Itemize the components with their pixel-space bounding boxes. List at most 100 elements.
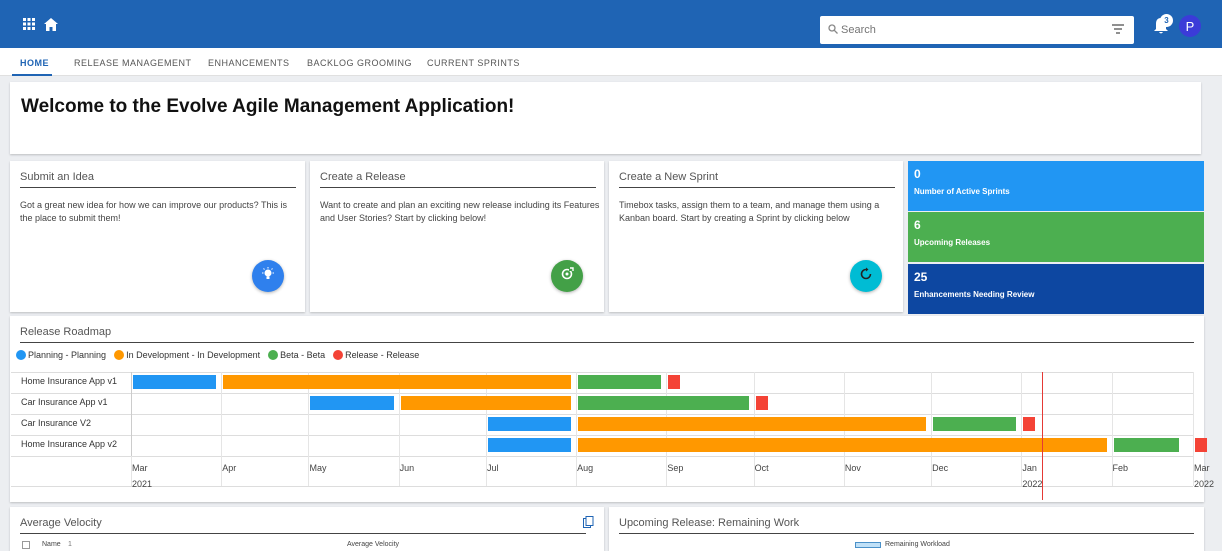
tab-current-sprints[interactable]: CURRENT SPRINTS [427, 58, 520, 68]
upcoming-releases-stat[interactable]: 6 Upcoming Releases [908, 212, 1204, 262]
submit-idea-button[interactable] [252, 260, 284, 292]
active-sprints-stat[interactable]: 0 Number of Active Sprints [908, 161, 1204, 211]
sort-badge: 1 [68, 541, 72, 548]
card-title: Submit an Idea [20, 171, 94, 183]
gantt-bar-beta[interactable] [578, 396, 749, 410]
gantt-bar-in-development[interactable] [578, 417, 927, 431]
row-gridline [11, 435, 1193, 436]
card-divider [619, 187, 895, 188]
card-title: Upcoming Release: Remaining Work [619, 517, 800, 529]
legend-dot [268, 350, 279, 360]
gantt-bar-release[interactable] [668, 375, 681, 389]
gantt-bar-planning[interactable] [487, 438, 572, 452]
active-tab-indicator [12, 74, 52, 76]
page-title: Welcome to the Evolve Agile Management A… [21, 96, 515, 117]
submit-idea-card: Submit an Idea Got a great new idea for … [10, 161, 305, 312]
legend-beta[interactable]: Beta - Beta [268, 350, 325, 360]
tab-release-management[interactable]: RELEASE MANAGEMENT [74, 58, 192, 68]
card-description: Got a great new idea for how we can impr… [20, 200, 287, 223]
gantt-bar-beta[interactable] [1113, 438, 1180, 452]
search-input[interactable] [841, 24, 1071, 36]
top-app-bar: 3 P [0, 0, 1222, 48]
gantt-row-label: Car Insurance V2 [21, 418, 92, 428]
legend-dot [333, 350, 344, 360]
app-grid-icon[interactable] [20, 15, 38, 33]
home-icon[interactable] [42, 15, 60, 33]
card-divider [20, 533, 586, 534]
roadmap-title: Release Roadmap [20, 326, 112, 338]
gantt-row-label: Car Insurance App v1 [21, 397, 108, 407]
legend-label: Release - Release [345, 350, 420, 360]
enhancements-review-stat[interactable]: 25 Enhancements Needing Review [908, 264, 1204, 314]
tab-enhancements[interactable]: ENHANCEMENTS [208, 58, 290, 68]
create-release-button[interactable] [551, 260, 583, 292]
search-box[interactable] [820, 16, 1134, 44]
gantt-bar-beta[interactable] [578, 375, 662, 389]
year-label: 2022 [1022, 479, 1043, 489]
legend-in-development[interactable]: In Development - In Development [114, 350, 260, 360]
user-avatar[interactable]: P [1179, 15, 1201, 37]
month-label: Aug [577, 463, 594, 473]
stat-value: 0 [914, 167, 921, 181]
month-label: May [309, 463, 327, 473]
axis-line [11, 486, 1193, 487]
legend-label: In Development - In Development [126, 350, 261, 360]
gantt-row-label: Home Insurance App v1 [21, 376, 118, 386]
release-roadmap-card: Release Roadmap Planning - Planning In D… [10, 316, 1214, 502]
month-label: Jan [1022, 463, 1037, 473]
month-label: Oct [754, 463, 769, 473]
column-name-header[interactable]: Name [42, 541, 61, 548]
remaining-work-card: Upcoming Release: Remaining Work Remaini… [609, 507, 1204, 551]
create-sprint-button[interactable] [850, 260, 882, 292]
month-label: Jul [486, 463, 499, 473]
gantt-bar-in-development[interactable] [578, 438, 1107, 452]
gantt-bar-release[interactable] [1023, 417, 1036, 431]
gantt-bar-in-development[interactable] [223, 375, 572, 389]
notification-count-badge: 3 [1160, 14, 1173, 27]
legend-label: Beta - Beta [280, 350, 326, 360]
tab-backlog-grooming[interactable]: BACKLOG GROOMING [307, 58, 412, 68]
tab-home[interactable]: HOME [20, 58, 49, 68]
row-gridline [11, 393, 1193, 394]
column-velocity-header[interactable]: Average Velocity [347, 541, 399, 548]
month-label: Mar [1194, 463, 1210, 473]
month-label: Feb [1112, 463, 1129, 473]
month-label: Apr [222, 463, 237, 473]
stat-label: Number of Active Sprints [914, 187, 1010, 196]
legend-label: Planning - Planning [28, 350, 107, 360]
stat-label: Upcoming Releases [914, 238, 991, 247]
create-sprint-card: Create a New Sprint Timebox tasks, assig… [609, 161, 903, 312]
card-description: Timebox tasks, assign them to a team, an… [619, 200, 880, 223]
gantt-bar-in-development[interactable] [400, 396, 572, 410]
stat-value: 25 [914, 270, 928, 284]
card-divider [619, 533, 1194, 534]
release-icon [560, 266, 574, 286]
gantt-bar-planning[interactable] [310, 396, 394, 410]
main-tabs: HOME RELEASE MANAGEMENT ENHANCEMENTS BAC… [0, 48, 1222, 76]
legend-release[interactable]: Release - Release [333, 350, 419, 360]
filter-icon[interactable] [1112, 24, 1124, 34]
average-velocity-card: Average Velocity Name 1 Average Velocity [10, 507, 604, 551]
gantt-chart: Mar 2021 Apr May Jun Jul Aug Sep Oct Nov Dec Jan 202… [11, 370, 1214, 502]
gantt-bar-release[interactable] [755, 396, 768, 410]
select-all-checkbox[interactable] [22, 541, 30, 549]
year-label: 2022 [1194, 479, 1215, 489]
card-title: Create a New Sprint [619, 171, 719, 183]
refresh-sprint-icon [859, 267, 873, 286]
gantt-bar-release[interactable] [1195, 438, 1207, 452]
legend-planning[interactable]: Planning - Planning [16, 350, 106, 360]
gantt-bar-planning[interactable] [487, 417, 572, 431]
card-title: Create a Release [320, 171, 406, 183]
gantt-bar-beta[interactable] [933, 417, 1017, 431]
month-label: Dec [932, 463, 949, 473]
card-divider [320, 187, 596, 188]
copy-icon[interactable] [583, 515, 594, 533]
today-marker [1041, 372, 1043, 500]
card-divider [20, 342, 1194, 343]
label-column-divider [131, 372, 132, 456]
stat-value: 6 [914, 218, 921, 232]
card-description: Want to create and plan an exciting new … [320, 200, 600, 223]
gantt-bar-planning[interactable] [133, 375, 217, 389]
lightbulb-icon [261, 266, 275, 286]
month-label: Nov [844, 463, 861, 473]
